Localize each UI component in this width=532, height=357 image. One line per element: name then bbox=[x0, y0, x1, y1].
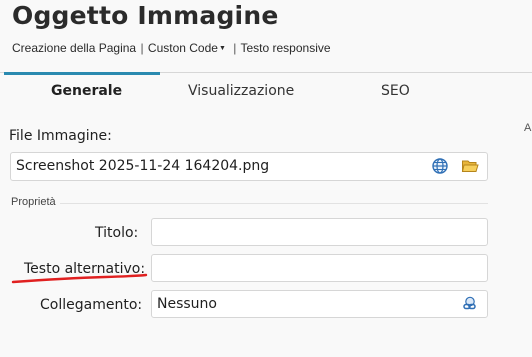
tab-generale[interactable]: Generale bbox=[51, 83, 122, 99]
clipped-panel-label: A bbox=[524, 122, 532, 134]
title-label: Titolo: bbox=[95, 225, 139, 241]
breadcrumb-item-custom-code[interactable]: Custon Code bbox=[148, 41, 218, 55]
breadcrumb-item-page-creation[interactable]: Creazione della Pagina bbox=[12, 41, 136, 55]
active-tab-indicator bbox=[4, 72, 160, 75]
globe-icon[interactable] bbox=[431, 157, 449, 175]
file-image-field[interactable]: Screenshot 2025-11-24 164204.png bbox=[10, 152, 488, 181]
breadcrumb-item-responsive-text[interactable]: Testo responsive bbox=[240, 41, 330, 55]
section-title-properties: Proprietà bbox=[11, 196, 56, 208]
file-image-label: File Immagine: bbox=[9, 128, 112, 144]
breadcrumb: Creazione della Pagina | Custon Code▼ | … bbox=[12, 41, 331, 55]
link-field[interactable]: Nessuno bbox=[151, 290, 488, 318]
tab-bar: Generale Visualizzazione SEO bbox=[0, 72, 532, 109]
breadcrumb-separator: | bbox=[233, 41, 237, 55]
red-underline-annotation bbox=[11, 273, 148, 284]
folder-open-icon[interactable] bbox=[461, 157, 479, 175]
tab-visualizzazione[interactable]: Visualizzazione bbox=[188, 83, 294, 99]
link-icon[interactable] bbox=[461, 295, 479, 313]
link-field-value: Nessuno bbox=[157, 296, 217, 312]
chevron-down-icon[interactable]: ▼ bbox=[219, 45, 226, 52]
alt-text-input[interactable] bbox=[151, 254, 488, 282]
title-input[interactable] bbox=[151, 218, 488, 246]
tab-seo[interactable]: SEO bbox=[381, 83, 410, 99]
page-title: Oggetto Immagine bbox=[12, 1, 279, 30]
breadcrumb-separator: | bbox=[140, 41, 144, 55]
file-image-value: Screenshot 2025-11-24 164204.png bbox=[16, 158, 270, 174]
link-label: Collegamento: bbox=[40, 297, 143, 313]
section-divider bbox=[60, 203, 488, 204]
